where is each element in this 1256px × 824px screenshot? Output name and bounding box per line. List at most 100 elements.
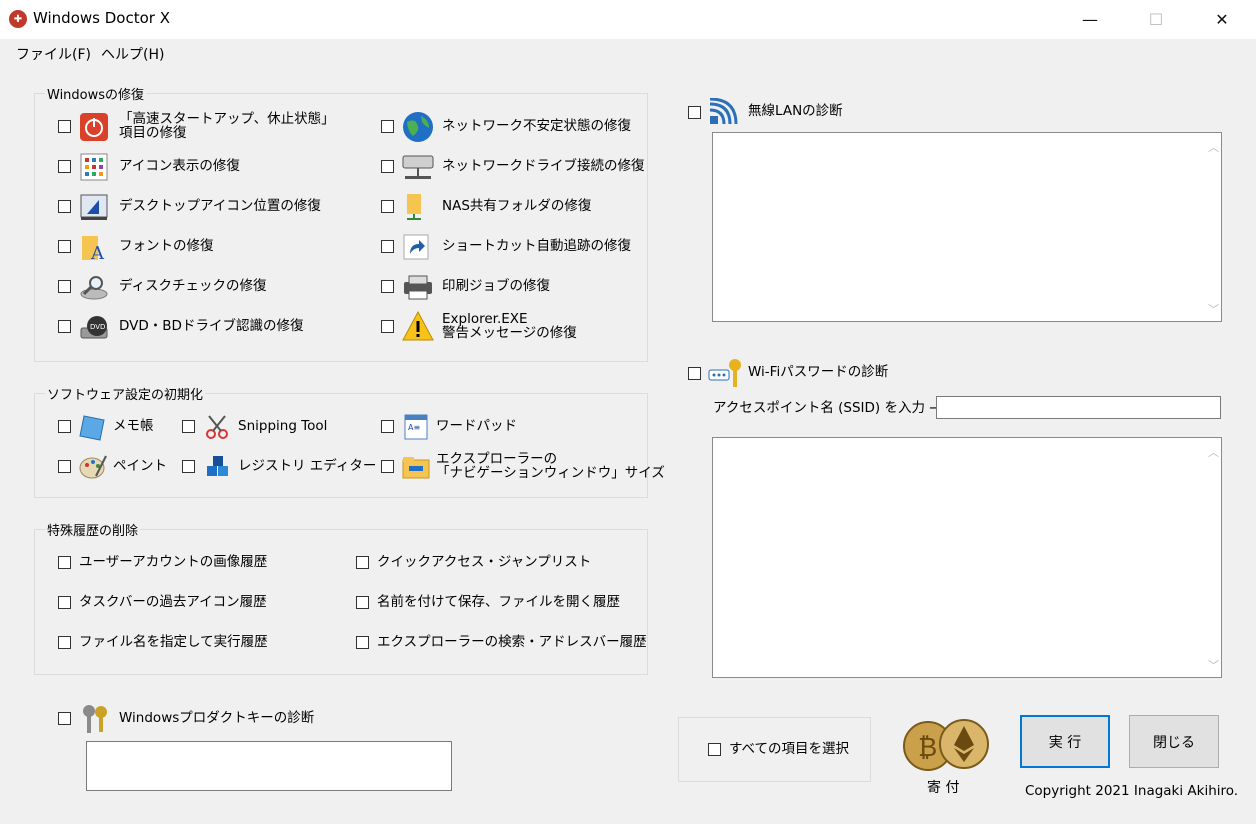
- svg-text:A: A: [90, 243, 105, 262]
- label-shortcut-tracking: ショートカット自動追跡の修復: [442, 238, 631, 254]
- globe-icon: [401, 110, 435, 144]
- checkbox-disk-check[interactable]: [58, 280, 71, 293]
- product-key-output[interactable]: [86, 741, 452, 791]
- menu-bar: [0, 39, 1256, 69]
- app-logo-icon: ✚: [9, 10, 27, 28]
- wlan-scrollbar[interactable]: ︿ ﹀: [1204, 133, 1221, 321]
- copyright-text: Copyright 2021 Inagaki Akihiro.: [1025, 783, 1239, 799]
- checkbox-user-account-image[interactable]: [58, 556, 71, 569]
- paint-palette-icon: [78, 452, 108, 482]
- label-network-unstable: ネットワーク不安定状態の修復: [442, 118, 631, 134]
- label-snipping-tool: Snipping Tool: [238, 418, 328, 434]
- scroll-down-icon[interactable]: ﹀: [1208, 301, 1219, 317]
- checkbox-desktop-icon-position[interactable]: [58, 200, 71, 213]
- label-save-open-history: 名前を付けて保存、ファイルを開く履歴: [377, 594, 620, 610]
- label-wlan: 無線LANの診断: [748, 103, 843, 119]
- label-network-drive: ネットワークドライブ接続の修復: [442, 158, 645, 174]
- wlan-output-box[interactable]: ︿ ﹀: [712, 132, 1222, 322]
- label-paint: ペイント: [113, 458, 167, 474]
- scissors-icon: [203, 412, 233, 442]
- label-quick-access: クイックアクセス・ジャンプリスト: [377, 554, 592, 570]
- label-registry-editor: レジストリ エディター: [238, 458, 377, 474]
- window-title: Windows Doctor X: [33, 9, 170, 27]
- label-explorer-warning-2: 警告メッセージの修復: [442, 325, 577, 341]
- close-button[interactable]: 閉じる: [1129, 715, 1219, 768]
- checkbox-wlan[interactable]: [688, 106, 701, 119]
- label-user-account-image: ユーザーアカウントの画像履歴: [79, 554, 268, 570]
- checkbox-taskbar-icon-history[interactable]: [58, 596, 71, 609]
- label-nav-pane-size-1: エクスプローラーの: [436, 451, 558, 467]
- shortcut-arrow-icon: [401, 232, 431, 262]
- desktop-monitor-icon: [79, 192, 109, 222]
- wifi-scrollbar[interactable]: ︿ ﹀: [1204, 438, 1221, 677]
- checkbox-paint[interactable]: [58, 460, 71, 473]
- explorer-folder-icon: [401, 452, 431, 482]
- notepad-icon: [78, 412, 108, 442]
- scroll-up-icon[interactable]: ︿: [1208, 444, 1219, 460]
- keys-icon: [79, 702, 113, 736]
- checkbox-fast-startup[interactable]: [58, 120, 71, 133]
- maximize-button[interactable]: ☐: [1133, 0, 1179, 39]
- checkbox-wifi-password[interactable]: [688, 367, 701, 380]
- label-nas-folder: NAS共有フォルダの修復: [442, 198, 592, 214]
- checkbox-wordpad[interactable]: [381, 420, 394, 433]
- checkbox-run-history[interactable]: [58, 636, 71, 649]
- checkbox-print-job[interactable]: [381, 280, 394, 293]
- scroll-up-icon[interactable]: ︿: [1208, 139, 1219, 155]
- ssid-input[interactable]: [936, 396, 1221, 419]
- checkbox-explorer-search-history[interactable]: [356, 636, 369, 649]
- checkbox-nav-pane-size[interactable]: [381, 460, 394, 473]
- close-window-button[interactable]: ✕: [1199, 0, 1245, 39]
- group-title: Windowsの修復: [47, 88, 145, 103]
- label-wifi-password: Wi-Fiパスワードの診断: [748, 364, 889, 380]
- checkbox-registry-editor[interactable]: [182, 460, 195, 473]
- label-explorer-search-history: エクスプローラーの検索・アドレスバー履歴: [377, 634, 647, 650]
- checkbox-network-drive[interactable]: [381, 160, 394, 173]
- checkbox-snipping-tool[interactable]: [182, 420, 195, 433]
- svg-text:A≡: A≡: [408, 423, 420, 432]
- wifi-output-box[interactable]: ︿ ﹀: [712, 437, 1222, 678]
- menu-help[interactable]: ヘルプ(H): [101, 44, 164, 64]
- label-desktop-icon-position: デスクトップアイコン位置の修復: [119, 198, 321, 214]
- password-key-icon: [708, 357, 744, 391]
- network-drive-icon: [401, 152, 435, 182]
- power-icon: [79, 112, 109, 142]
- minimize-button[interactable]: —: [1067, 0, 1113, 39]
- group-title: 特殊履歴の削除: [47, 524, 139, 539]
- label-fast-startup-2: 項目の修復: [119, 125, 187, 141]
- checkbox-icon-display[interactable]: [58, 160, 71, 173]
- checkbox-explorer-warning[interactable]: [381, 320, 394, 333]
- label-fast-startup-1: 「高速スタートアップ、休止状態」: [119, 111, 335, 127]
- menu-file[interactable]: ファイル(F): [16, 44, 91, 64]
- label-wordpad: ワードパッド: [436, 418, 517, 434]
- donate-label[interactable]: 寄 付: [927, 781, 959, 795]
- wifi-signal-icon: [708, 97, 744, 128]
- label-disk-check: ディスクチェックの修復: [119, 278, 267, 294]
- registry-cubes-icon: [203, 452, 233, 482]
- group-title: ソフトウェア設定の初期化: [47, 388, 204, 403]
- checkbox-save-open-history[interactable]: [356, 596, 369, 609]
- checkbox-product-key[interactable]: [58, 712, 71, 725]
- checkbox-dvd-bd[interactable]: [58, 320, 71, 333]
- dvd-drive-icon: DVD: [79, 312, 109, 342]
- checkbox-nas-folder[interactable]: [381, 200, 394, 213]
- crypto-coins-icon[interactable]: ₿: [896, 718, 996, 774]
- checkbox-font[interactable]: [58, 240, 71, 253]
- label-run-history: ファイル名を指定して実行履歴: [79, 634, 268, 650]
- checkbox-shortcut-tracking[interactable]: [381, 240, 394, 253]
- svg-text:₿: ₿: [918, 733, 937, 763]
- label-notepad: メモ帳: [113, 418, 154, 434]
- disk-check-icon: [79, 272, 109, 302]
- checkbox-quick-access[interactable]: [356, 556, 369, 569]
- label-taskbar-icon-history: タスクバーの過去アイコン履歴: [79, 594, 267, 610]
- label-print-job: 印刷ジョブの修復: [442, 278, 550, 294]
- label-icon-display: アイコン表示の修復: [119, 158, 240, 174]
- checkbox-select-all[interactable]: [708, 743, 721, 756]
- label-ssid: アクセスポイント名 (SSID) を入力 →: [713, 400, 941, 416]
- scroll-down-icon[interactable]: ﹀: [1208, 657, 1219, 673]
- checkbox-notepad[interactable]: [58, 420, 71, 433]
- run-button[interactable]: 実 行: [1020, 715, 1110, 768]
- icon-grid-icon: [79, 152, 109, 182]
- label-font: フォントの修復: [119, 238, 214, 254]
- checkbox-network-unstable[interactable]: [381, 120, 394, 133]
